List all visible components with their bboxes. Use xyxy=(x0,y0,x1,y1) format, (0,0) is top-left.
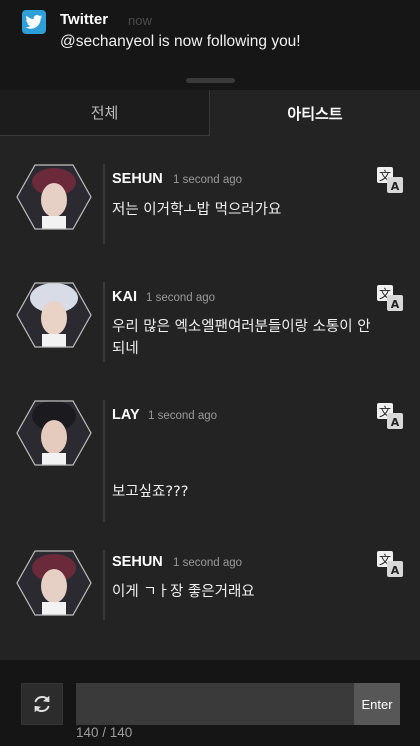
avatar-kai[interactable] xyxy=(16,282,92,348)
message-feed[interactable]: SEHUN 1 second ago 저는 이거학ㅗ밥 먹으러가요 文 A KA… xyxy=(0,136,420,660)
translate-icon[interactable]: 文 A xyxy=(376,166,404,194)
translate-icon[interactable]: 文 A xyxy=(376,284,404,312)
notification-banner[interactable]: Twitter now @sechanyeol is now following… xyxy=(0,0,420,90)
post-time: 1 second ago xyxy=(146,292,216,304)
refresh-button[interactable] xyxy=(21,683,63,725)
notification-message: @sechanyeol is now following you! xyxy=(60,33,301,50)
avatar-sehun[interactable] xyxy=(16,550,92,616)
post-username: SEHUN xyxy=(112,171,163,187)
twitter-bird-icon xyxy=(22,10,46,34)
notification-app-name: Twitter xyxy=(60,11,109,28)
post-text: 보고싶죠??? xyxy=(112,484,189,500)
drag-handle[interactable] xyxy=(186,78,235,83)
post-username: KAI xyxy=(112,289,137,305)
post-time: 1 second ago xyxy=(173,174,243,186)
avatar-lay[interactable] xyxy=(16,400,92,466)
enter-button[interactable]: Enter xyxy=(354,683,400,725)
thread-line xyxy=(103,550,105,620)
post-username: LAY xyxy=(112,407,140,423)
thread-line xyxy=(103,282,105,362)
post-time: 1 second ago xyxy=(173,557,243,569)
tab-bar: 전체 아티스트 xyxy=(0,90,420,136)
post-text: 저는 이거학ㅗ밥 먹으러가요 xyxy=(112,202,282,218)
post-username: SEHUN xyxy=(112,554,163,570)
translate-icon[interactable]: 文 A xyxy=(376,402,404,430)
notification-time: now xyxy=(128,13,152,28)
svg-text:A: A xyxy=(391,416,400,429)
thread-line xyxy=(103,164,105,244)
tab-artist[interactable]: 아티스트 xyxy=(210,90,420,136)
post-time: 1 second ago xyxy=(148,410,218,422)
svg-text:A: A xyxy=(391,564,400,577)
svg-text:A: A xyxy=(391,180,400,193)
translate-icon[interactable]: 文 A xyxy=(376,550,404,578)
character-counter: 140 / 140 xyxy=(76,725,133,740)
avatar-sehun[interactable] xyxy=(16,164,92,230)
thread-line xyxy=(103,400,105,522)
tab-all[interactable]: 전체 xyxy=(0,90,210,136)
message-input[interactable] xyxy=(76,683,354,725)
post-text: 이게 ㄱㅏ장 좋은거래요 xyxy=(112,584,255,600)
refresh-icon xyxy=(34,695,50,713)
post-text: 우리 많은 엑소엘팬여러분들이랑 소통이 안되네 xyxy=(112,319,371,357)
svg-text:A: A xyxy=(391,298,400,311)
composer-bar: Enter 140 / 140 xyxy=(0,660,420,746)
